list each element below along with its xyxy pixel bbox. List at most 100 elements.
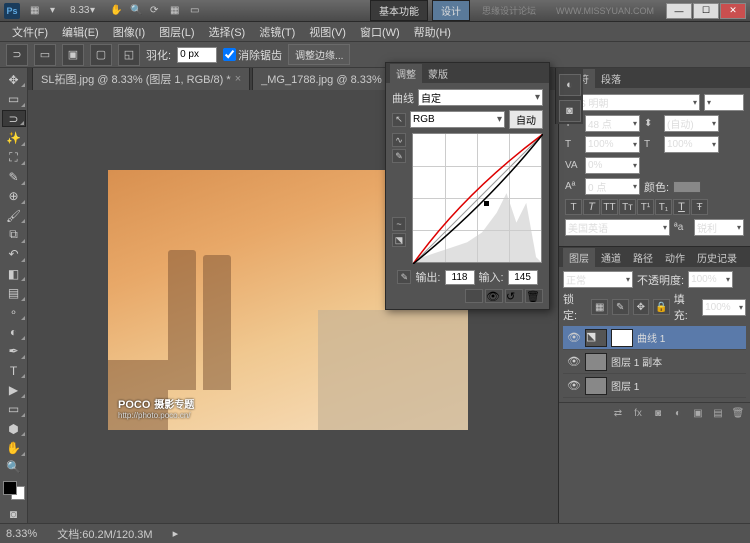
font-size-select[interactable]: 48 点 xyxy=(585,115,640,132)
bridge-icon[interactable]: ▦ xyxy=(30,5,42,17)
target-adjust-icon[interactable]: ↖ xyxy=(392,113,406,127)
bold-button[interactable]: T xyxy=(565,199,582,215)
new-layer-icon[interactable]: ▤ xyxy=(709,406,727,420)
screen-mode-icon[interactable]: ▭ xyxy=(190,5,202,17)
zoom-tool[interactable]: 🔍 xyxy=(2,459,26,476)
layer-row[interactable]: 👁 图层 1 xyxy=(563,374,746,398)
curves-preset-select[interactable]: 自定 xyxy=(418,89,543,106)
shape-tool[interactable]: ▭ xyxy=(2,401,26,418)
hscale-input[interactable]: 100% xyxy=(664,136,719,153)
lock-pixels-icon[interactable]: ✎ xyxy=(612,299,629,315)
tab-paragraph[interactable]: 段落 xyxy=(595,69,627,88)
blur-tool[interactable]: ∘ xyxy=(2,304,26,321)
language-select[interactable]: 美国英语 xyxy=(565,219,670,236)
path-select-tool[interactable]: ▶ xyxy=(2,381,26,398)
menu-image[interactable]: 图像(I) xyxy=(107,22,151,42)
workspace-essentials[interactable]: 基本功能 xyxy=(370,0,428,21)
dodge-tool[interactable]: ◐ xyxy=(2,323,26,340)
type-tool[interactable]: T xyxy=(2,362,26,379)
document-tab[interactable]: SL拓图.jpg @ 8.33% (图层 1, RGB/8) *× xyxy=(32,68,250,90)
quickmask-tool[interactable]: ◙ xyxy=(2,505,26,522)
menu-filter[interactable]: 滤镜(T) xyxy=(253,22,301,42)
view-previous-icon[interactable]: 👁 xyxy=(485,289,503,303)
visibility-icon[interactable]: 👁 xyxy=(567,379,581,393)
delete-adjustment-icon[interactable]: 🗑 xyxy=(525,289,543,303)
close-tab-icon[interactable]: × xyxy=(235,73,241,85)
menu-edit[interactable]: 编辑(E) xyxy=(56,22,105,42)
gradient-tool[interactable]: ▤ xyxy=(2,284,26,301)
tab-layers[interactable]: 图层 xyxy=(563,248,595,267)
input-input[interactable] xyxy=(508,270,538,285)
curve-draw-tool[interactable]: ✎ xyxy=(392,149,406,163)
subscript-button[interactable]: T₁ xyxy=(655,199,672,215)
status-menu-icon[interactable]: ▸ xyxy=(173,527,179,540)
delete-layer-icon[interactable]: 🗑 xyxy=(729,406,747,420)
3d-tool[interactable]: ⬢ xyxy=(2,420,26,437)
font-style-select[interactable] xyxy=(704,94,744,111)
curves-graph[interactable] xyxy=(412,133,542,263)
underline-button[interactable]: T xyxy=(673,199,690,215)
layer-name[interactable]: 曲线 1 xyxy=(637,330,665,345)
maximize-button[interactable]: ☐ xyxy=(693,3,719,19)
magic-wand-tool[interactable]: ✨ xyxy=(2,129,26,146)
selection-new-icon[interactable]: ▭ xyxy=(34,44,56,66)
vscale-input[interactable]: 100% xyxy=(585,136,640,153)
refine-edge-button[interactable]: 调整边缘... xyxy=(288,44,350,65)
link-layers-icon[interactable]: ⇄ xyxy=(609,406,627,420)
marquee-tool[interactable]: ▭ xyxy=(2,90,26,107)
clip-to-layer-icon[interactable] xyxy=(465,289,483,303)
layer-name[interactable]: 图层 1 副本 xyxy=(611,354,662,369)
adjustment-layer-icon[interactable]: ◐ xyxy=(669,406,687,420)
layer-name[interactable]: 图层 1 xyxy=(611,378,639,393)
group-icon[interactable]: ▣ xyxy=(689,406,707,420)
eyedropper-tool[interactable]: ✎ xyxy=(2,168,26,185)
tab-adjustments[interactable]: 调整 xyxy=(390,64,422,83)
lock-transparency-icon[interactable]: ▦ xyxy=(591,299,608,315)
masks-panel-icon[interactable]: ◙ xyxy=(559,100,581,122)
eyedropper-black-icon[interactable]: ✎ xyxy=(397,270,411,284)
curves-adjustment-panel[interactable]: 调整 蒙版 曲线 自定 ↖ RGB 自动 ∿ ✎ ~ ⬔ xyxy=(385,62,550,310)
antialias-select[interactable]: 锐利 xyxy=(694,219,744,236)
font-family-select[interactable]: M S 明朝 xyxy=(565,94,700,111)
lasso-tool[interactable]: ⊃ xyxy=(2,110,26,128)
output-input[interactable] xyxy=(445,270,475,285)
antialias-checkbox[interactable]: 消除锯齿 xyxy=(223,47,282,63)
hand-tool[interactable]: ✋ xyxy=(2,439,26,456)
smallcaps-button[interactable]: Tт xyxy=(619,199,636,215)
selection-add-icon[interactable]: ▣ xyxy=(62,44,84,66)
menu-file[interactable]: 文件(F) xyxy=(6,22,54,42)
superscript-button[interactable]: T¹ xyxy=(637,199,654,215)
adjustments-panel-icon[interactable]: ◐ xyxy=(559,74,581,96)
color-swatches[interactable] xyxy=(3,481,25,500)
pen-tool[interactable]: ✒ xyxy=(2,343,26,360)
layer-row[interactable]: 👁 ⬔ 曲线 1 xyxy=(563,326,746,350)
arrange-icon[interactable]: ▦ xyxy=(170,5,182,17)
dropdown-icon[interactable]: ▾ xyxy=(90,5,102,17)
visibility-icon[interactable]: 👁 xyxy=(567,355,581,369)
brush-tool[interactable]: 🖌 xyxy=(2,207,26,224)
minimize-button[interactable]: — xyxy=(666,3,692,19)
adjustment-thumb[interactable]: ⬔ xyxy=(585,329,607,347)
tracking-select[interactable]: 0% xyxy=(585,157,640,174)
blend-mode-select[interactable]: 正常 xyxy=(563,271,633,288)
move-tool[interactable]: ✥ xyxy=(2,71,26,88)
layer-thumb[interactable] xyxy=(585,377,607,395)
layer-mask-icon[interactable]: ◙ xyxy=(649,406,667,420)
auto-button[interactable]: 自动 xyxy=(509,110,543,129)
tab-channels[interactable]: 通道 xyxy=(595,248,627,267)
layer-style-icon[interactable]: fx xyxy=(629,406,647,420)
healing-tool[interactable]: ⊕ xyxy=(2,188,26,205)
menu-window[interactable]: 窗口(W) xyxy=(354,22,406,42)
channel-select[interactable]: RGB xyxy=(410,111,505,128)
italic-button[interactable]: T xyxy=(583,199,600,215)
histogram-icon[interactable]: ⬔ xyxy=(392,233,406,247)
menu-select[interactable]: 选择(S) xyxy=(203,22,252,42)
tab-actions[interactable]: 动作 xyxy=(659,248,691,267)
menu-help[interactable]: 帮助(H) xyxy=(408,22,457,42)
history-brush-tool[interactable]: ↶ xyxy=(2,246,26,263)
hand-icon[interactable]: ✋ xyxy=(110,5,122,17)
visibility-icon[interactable]: 👁 xyxy=(567,331,581,345)
eraser-tool[interactable]: ◧ xyxy=(2,265,26,282)
lasso-tool-icon[interactable]: ⊃ xyxy=(6,44,28,66)
feather-input[interactable] xyxy=(177,47,217,63)
